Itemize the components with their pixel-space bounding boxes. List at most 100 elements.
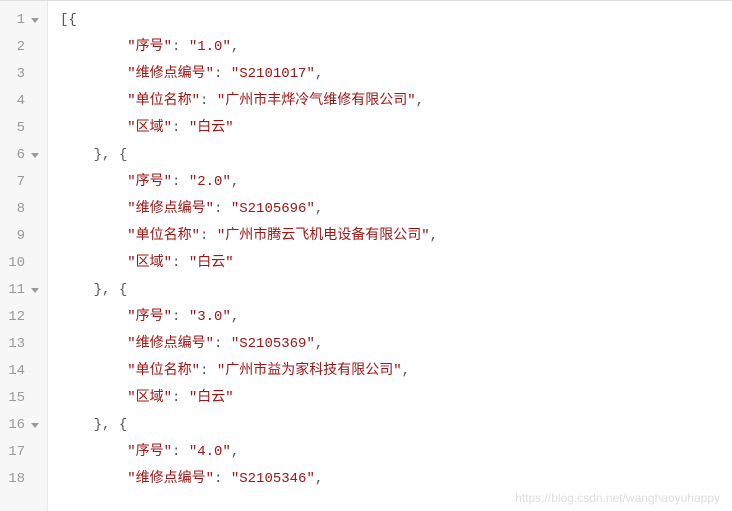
token-key: "区域": [127, 255, 172, 271]
token-colon: :: [172, 174, 189, 190]
gutter-line: 16: [4, 412, 39, 439]
line-number: 10: [8, 250, 25, 277]
token-colon: :: [172, 390, 189, 406]
token-colon: :: [200, 228, 217, 244]
line-number: 5: [17, 115, 25, 142]
fold-arrow-icon[interactable]: [31, 288, 39, 293]
code-line[interactable]: "序号": "3.0",: [60, 304, 732, 331]
token-str: "2.0": [189, 174, 231, 190]
token-str: "广州市腾云飞机电设备有限公司": [217, 228, 430, 244]
code-line[interactable]: "区域": "白云": [60, 115, 732, 142]
gutter-line: 3: [4, 61, 39, 88]
token-colon: :: [172, 120, 189, 136]
token-str: "白云": [189, 390, 234, 406]
token-key: "序号": [127, 39, 172, 55]
gutter-line: 17: [4, 439, 39, 466]
gutter-line: 2: [4, 34, 39, 61]
token-str: "3.0": [189, 309, 231, 325]
code-line[interactable]: "单位名称": "广州市腾云飞机电设备有限公司",: [60, 223, 732, 250]
gutter-line: 18: [4, 466, 39, 493]
gutter-line: 12: [4, 304, 39, 331]
code-line[interactable]: "区域": "白云": [60, 250, 732, 277]
gutter-line: 6: [4, 142, 39, 169]
line-number: 6: [17, 142, 25, 169]
token-str: "白云": [189, 255, 234, 271]
gutter-line: 5: [4, 115, 39, 142]
code-editor: 123456789101112131415161718 [{ "序号": "1.…: [0, 0, 732, 511]
token-punct: }, {: [94, 417, 128, 433]
code-line[interactable]: "维修点编号": "S2105346",: [60, 466, 732, 493]
token-key: "维修点编号": [127, 201, 214, 217]
token-punct: ,: [315, 201, 323, 217]
token-str: "广州市益为家科技有限公司": [217, 363, 402, 379]
token-punct: ,: [430, 228, 438, 244]
token-colon: :: [200, 93, 217, 109]
token-colon: :: [172, 255, 189, 271]
token-punct: ,: [231, 444, 239, 460]
token-colon: :: [172, 309, 189, 325]
code-line[interactable]: "维修点编号": "S2105369",: [60, 331, 732, 358]
token-colon: :: [172, 39, 189, 55]
line-number: 16: [8, 412, 25, 439]
code-line[interactable]: "维修点编号": "S2105696",: [60, 196, 732, 223]
token-punct: }, {: [94, 282, 128, 298]
token-str: "S2105369": [231, 336, 315, 352]
token-colon: :: [214, 66, 231, 82]
line-number: 15: [8, 385, 25, 412]
token-colon: :: [214, 336, 231, 352]
token-key: "序号": [127, 309, 172, 325]
token-key: "维修点编号": [127, 66, 214, 82]
token-str: "S2105346": [231, 471, 315, 487]
code-line[interactable]: "单位名称": "广州市丰烨冷气维修有限公司",: [60, 88, 732, 115]
line-number: 14: [8, 358, 25, 385]
token-str: "S2101017": [231, 66, 315, 82]
line-number: 7: [17, 169, 25, 196]
token-str: "广州市丰烨冷气维修有限公司": [217, 93, 416, 109]
code-line[interactable]: "序号": "2.0",: [60, 169, 732, 196]
code-line[interactable]: "维修点编号": "S2101017",: [60, 61, 732, 88]
line-number: 17: [8, 439, 25, 466]
fold-arrow-icon[interactable]: [31, 153, 39, 158]
token-key: "单位名称": [127, 363, 200, 379]
token-colon: :: [214, 201, 231, 217]
gutter-line: 7: [4, 169, 39, 196]
token-punct: ,: [315, 66, 323, 82]
token-punct: ,: [402, 363, 410, 379]
gutter-line: 8: [4, 196, 39, 223]
token-punct: ,: [416, 93, 424, 109]
code-line[interactable]: "序号": "1.0",: [60, 34, 732, 61]
code-line[interactable]: "单位名称": "广州市益为家科技有限公司",: [60, 358, 732, 385]
token-punct: [{: [60, 12, 77, 28]
token-str: "S2105696": [231, 201, 315, 217]
token-punct: ,: [315, 471, 323, 487]
token-key: "序号": [127, 444, 172, 460]
code-line[interactable]: }, {: [60, 142, 732, 169]
line-number: 2: [17, 34, 25, 61]
code-line[interactable]: "区域": "白云": [60, 385, 732, 412]
gutter-line: 14: [4, 358, 39, 385]
gutter-line: 9: [4, 223, 39, 250]
token-colon: :: [172, 444, 189, 460]
fold-arrow-icon[interactable]: [31, 423, 39, 428]
line-number: 9: [17, 223, 25, 250]
token-key: "区域": [127, 120, 172, 136]
gutter-line: 1: [4, 7, 39, 34]
line-number: 13: [8, 331, 25, 358]
token-key: "维修点编号": [127, 336, 214, 352]
token-key: "区域": [127, 390, 172, 406]
code-line[interactable]: [{: [60, 7, 732, 34]
code-area[interactable]: [{ "序号": "1.0", "维修点编号": "S2101017", "单位…: [48, 1, 732, 511]
token-str: "4.0": [189, 444, 231, 460]
code-line[interactable]: }, {: [60, 412, 732, 439]
token-str: "1.0": [189, 39, 231, 55]
line-number: 3: [17, 61, 25, 88]
token-punct: ,: [315, 336, 323, 352]
gutter-line: 13: [4, 331, 39, 358]
code-line[interactable]: "序号": "4.0",: [60, 439, 732, 466]
fold-arrow-icon[interactable]: [31, 18, 39, 23]
line-gutter: 123456789101112131415161718: [0, 1, 48, 511]
code-line[interactable]: }, {: [60, 277, 732, 304]
token-punct: }, {: [94, 147, 128, 163]
gutter-line: 10: [4, 250, 39, 277]
line-number: 1: [17, 7, 25, 34]
